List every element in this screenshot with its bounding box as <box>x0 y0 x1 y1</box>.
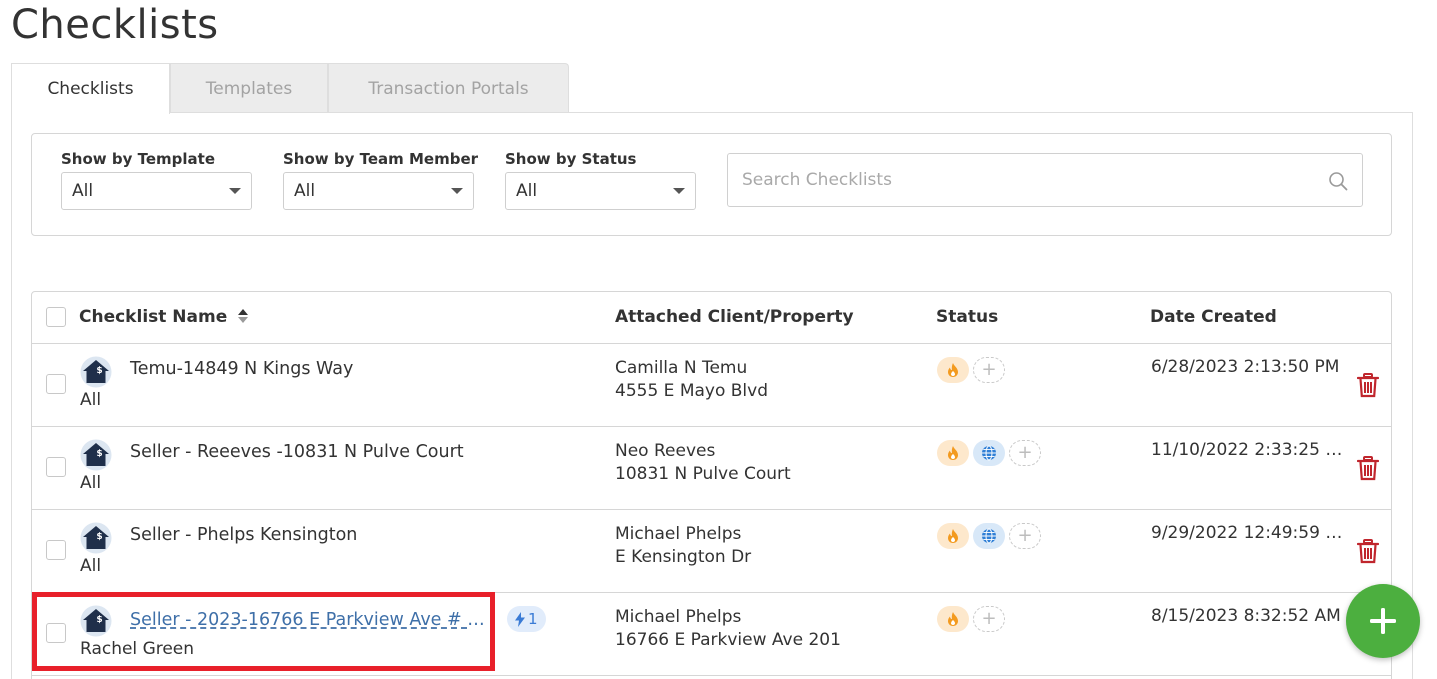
plus-icon <box>1370 608 1396 634</box>
checklist-name[interactable]: Temu-14849 N Kings Way <box>130 359 353 379</box>
checklist-name[interactable]: Seller - Reeeves -10831 N Pulve Court <box>130 442 464 462</box>
tab-templates[interactable]: Templates <box>170 63 328 113</box>
column-header-date: Date Created <box>1150 307 1277 327</box>
column-header-status: Status <box>936 307 999 327</box>
date-created: 8/15/2023 8:32:52 AM <box>1151 606 1341 626</box>
client-name: Neo Reeves <box>615 441 716 461</box>
client-address: 10831 N Pulve Court <box>615 464 791 484</box>
date-created: 11/10/2022 2:33:25 PM <box>1151 440 1347 460</box>
template-select-value: All <box>72 181 94 201</box>
table-row[interactable]: $ Temu-14849 N Kings Way All Camilla N T… <box>32 344 1391 427</box>
svg-text:$: $ <box>96 449 102 459</box>
attached-client: Michael Phelps E Kensington Dr <box>615 523 751 569</box>
filter-team-member-label: Show by Team Member <box>283 150 479 168</box>
date-created: 9/29/2022 12:49:59 P... <box>1151 523 1347 543</box>
svg-text:$: $ <box>96 532 102 542</box>
column-header-client: Attached Client/Property <box>615 307 854 327</box>
status-icons: + <box>937 606 1005 632</box>
house-dollar-icon: $ <box>80 356 112 388</box>
status-icons: + <box>937 440 1041 466</box>
checklist-subtitle: All <box>80 390 102 410</box>
add-checklist-button[interactable] <box>1346 584 1420 658</box>
attached-client: Michael Phelps 16766 E Parkview Ave 201 <box>615 606 841 652</box>
tab-checklists[interactable]: Checklists <box>11 63 170 114</box>
svg-text:$: $ <box>96 366 102 376</box>
add-status-button[interactable]: + <box>973 606 1005 632</box>
client-name: Michael Phelps <box>615 607 742 627</box>
trash-icon[interactable] <box>1357 373 1379 398</box>
tab-transaction-portals[interactable]: Transaction Portals <box>328 63 569 113</box>
house-dollar-icon: $ <box>80 439 112 471</box>
page-title: Checklists <box>11 2 219 48</box>
add-status-button[interactable]: + <box>973 357 1005 383</box>
search-icon[interactable] <box>1328 171 1348 191</box>
checklist-name[interactable]: Seller - Phelps Kensington <box>130 525 357 545</box>
tab-bar: Checklists Templates Transaction Portals <box>11 63 569 114</box>
add-status-button[interactable]: + <box>1009 440 1041 466</box>
highlight-box <box>32 592 495 671</box>
checklist-subtitle: All <box>80 473 102 493</box>
attached-client: Neo Reeves 10831 N Pulve Court <box>615 440 791 486</box>
client-address: 16766 E Parkview Ave 201 <box>615 630 841 650</box>
bolt-icon <box>515 611 525 627</box>
status-select-value: All <box>516 181 538 201</box>
caret-down-icon <box>451 188 463 194</box>
plus-icon: + <box>1017 442 1033 463</box>
fire-icon[interactable] <box>937 440 969 466</box>
fire-icon[interactable] <box>937 523 969 549</box>
table-row[interactable]: $ Seller - Reeeves -10831 N Pulve Court … <box>32 427 1391 510</box>
checklist-subtitle: All <box>80 556 102 576</box>
search-input[interactable] <box>728 154 1318 206</box>
caret-down-icon <box>673 188 685 194</box>
plus-icon: + <box>981 359 997 380</box>
action-count-badge[interactable]: 1 <box>507 606 546 632</box>
table-row[interactable]: $ Seller - Phelps Kensington All Michael… <box>32 510 1391 593</box>
column-header-name-label: Checklist Name <box>79 307 228 327</box>
plus-icon: + <box>981 608 997 629</box>
fire-icon[interactable] <box>937 606 969 632</box>
action-count: 1 <box>528 610 538 628</box>
search-box <box>727 153 1363 207</box>
filter-template-label: Show by Template <box>61 150 215 168</box>
status-icons: + <box>937 523 1041 549</box>
filter-status-label: Show by Status <box>505 150 637 168</box>
client-name: Camilla N Temu <box>615 358 748 378</box>
house-dollar-icon: $ <box>80 522 112 554</box>
globe-icon[interactable] <box>973 523 1005 549</box>
trash-icon[interactable] <box>1357 456 1379 481</box>
status-icons: + <box>937 357 1005 383</box>
filter-bar: Show by Template All Show by Team Member… <box>31 133 1392 236</box>
template-select[interactable]: All <box>61 172 252 210</box>
filter-status: Show by Status All <box>505 149 696 210</box>
team-member-select-value: All <box>294 181 316 201</box>
fire-icon[interactable] <box>937 357 969 383</box>
sort-icon[interactable] <box>237 308 249 324</box>
status-select[interactable]: All <box>505 172 696 210</box>
caret-down-icon <box>229 188 241 194</box>
client-name: Michael Phelps <box>615 524 742 544</box>
plus-icon: + <box>1017 525 1033 546</box>
add-status-button[interactable]: + <box>1009 523 1041 549</box>
filter-template: Show by Template All <box>61 149 252 210</box>
table-header: Checklist Name Attached Client/Property … <box>32 292 1391 344</box>
client-address: E Kensington Dr <box>615 547 752 567</box>
trash-icon[interactable] <box>1357 539 1379 564</box>
client-address: 4555 E Mayo Blvd <box>615 381 768 401</box>
filter-team-member: Show by Team Member All <box>283 149 478 210</box>
date-created: 6/28/2023 2:13:50 PM <box>1151 357 1340 377</box>
attached-client: Camilla N Temu 4555 E Mayo Blvd <box>615 357 768 403</box>
row-checkbox[interactable] <box>46 374 66 394</box>
column-header-name[interactable]: Checklist Name <box>79 307 249 327</box>
globe-icon[interactable] <box>973 440 1005 466</box>
team-member-select[interactable]: All <box>283 172 474 210</box>
row-checkbox[interactable] <box>46 540 66 560</box>
row-checkbox[interactable] <box>46 457 66 477</box>
select-all-checkbox[interactable] <box>46 307 66 327</box>
